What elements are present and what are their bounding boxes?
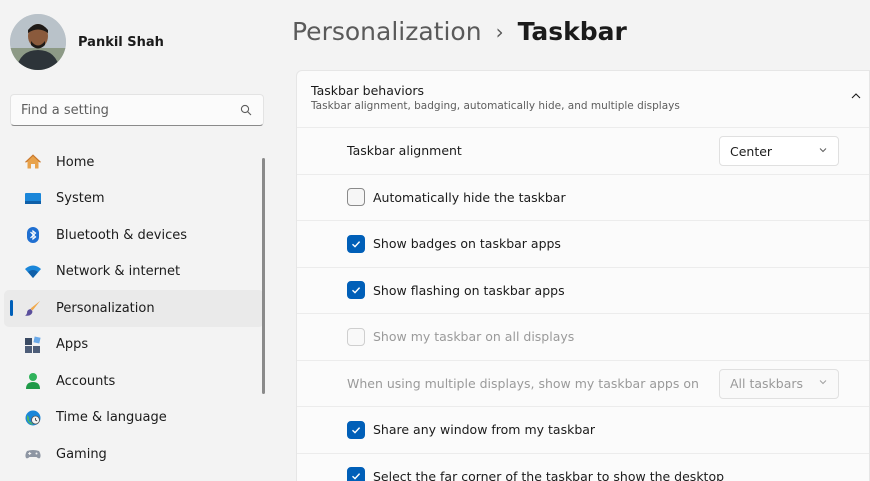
user-profile[interactable]: Pankil Shah bbox=[10, 12, 164, 72]
dropdown-value: All taskbars bbox=[730, 376, 804, 391]
setting-label[interactable]: Show badges on taskbar apps bbox=[373, 236, 561, 251]
chevron-up-icon[interactable] bbox=[849, 89, 863, 103]
section-header[interactable]: Taskbar behaviors Taskbar alignment, bad… bbox=[297, 71, 869, 128]
sidebar-item-system[interactable]: System bbox=[4, 181, 264, 218]
gamepad-icon bbox=[24, 445, 42, 463]
setting-all-displays: Show my taskbar on all displays bbox=[297, 314, 869, 361]
chevron-down-icon bbox=[818, 376, 828, 391]
sidebar-item-label: Personalization bbox=[56, 300, 155, 316]
sidebar-item-label: Apps bbox=[56, 337, 89, 353]
accounts-icon bbox=[24, 372, 42, 390]
setting-label[interactable]: Share any window from my taskbar bbox=[373, 422, 595, 437]
checkmark-icon bbox=[352, 426, 361, 434]
setting-label[interactable]: Select the far corner of the taskbar to … bbox=[373, 469, 724, 481]
globe-clock-icon bbox=[24, 409, 42, 427]
setting-label[interactable]: Show flashing on taskbar apps bbox=[373, 283, 565, 298]
sidebar-item-bluetooth[interactable]: Bluetooth & devices bbox=[4, 217, 264, 254]
avatar[interactable] bbox=[10, 14, 66, 70]
far-corner-checkbox[interactable] bbox=[347, 467, 365, 481]
sidebar-nav: Home System Bluetooth & devices Network … bbox=[0, 144, 268, 473]
dropdown-value: Center bbox=[730, 143, 773, 159]
sidebar-item-apps[interactable]: Apps bbox=[4, 327, 264, 364]
search-icon[interactable] bbox=[239, 103, 253, 117]
page-title: Taskbar bbox=[517, 17, 627, 46]
sidebar-item-label: Bluetooth & devices bbox=[56, 227, 187, 243]
setting-share-window: Share any window from my taskbar bbox=[297, 407, 869, 454]
auto-hide-checkbox[interactable] bbox=[347, 188, 365, 207]
search-box[interactable] bbox=[10, 94, 264, 126]
sidebar-item-label: Time & language bbox=[56, 410, 167, 426]
share-window-checkbox[interactable] bbox=[347, 420, 365, 439]
setting-label[interactable]: Automatically hide the taskbar bbox=[373, 190, 566, 205]
sidebar-item-gaming[interactable]: Gaming bbox=[4, 436, 264, 473]
setting-flashing: Show flashing on taskbar apps bbox=[297, 268, 869, 314]
setting-badges: Show badges on taskbar apps bbox=[297, 221, 869, 268]
breadcrumb-separator: › bbox=[495, 19, 504, 44]
sidebar: Pankil Shah Home System Bluetoo bbox=[0, 0, 280, 481]
taskbar-behaviors-panel: Taskbar behaviors Taskbar alignment, bad… bbox=[296, 70, 870, 481]
bluetooth-icon bbox=[24, 226, 42, 244]
sidebar-item-label: Network & internet bbox=[56, 264, 181, 280]
breadcrumb: Personalization › Taskbar bbox=[292, 17, 627, 46]
alignment-dropdown[interactable]: Center bbox=[719, 136, 839, 166]
setting-taskbar-alignment: Taskbar alignment Center bbox=[297, 128, 869, 175]
breadcrumb-parent[interactable]: Personalization bbox=[292, 17, 482, 46]
chevron-down-icon bbox=[818, 144, 828, 159]
system-icon bbox=[24, 190, 42, 208]
sidebar-item-network[interactable]: Network & internet bbox=[4, 254, 264, 291]
sidebar-item-accounts[interactable]: Accounts bbox=[4, 363, 264, 400]
section-title: Taskbar behaviors bbox=[311, 83, 425, 98]
profile-name: Pankil Shah bbox=[78, 34, 164, 50]
search-input[interactable] bbox=[21, 102, 239, 118]
section-subtitle: Taskbar alignment, badging, automaticall… bbox=[311, 100, 680, 112]
setting-multi-display: When using multiple displays, show my ta… bbox=[297, 361, 869, 407]
sidebar-item-label: Gaming bbox=[56, 446, 107, 462]
sidebar-item-label: Home bbox=[56, 154, 95, 170]
setting-auto-hide: Automatically hide the taskbar bbox=[297, 175, 869, 221]
apps-icon bbox=[24, 336, 42, 354]
sidebar-item-time-language[interactable]: Time & language bbox=[4, 400, 264, 437]
sidebar-item-label: Accounts bbox=[56, 373, 116, 389]
multi-display-dropdown[interactable]: All taskbars bbox=[719, 368, 839, 399]
setting-label: Show my taskbar on all displays bbox=[373, 329, 575, 345]
flashing-checkbox[interactable] bbox=[347, 281, 365, 300]
checkmark-icon bbox=[352, 287, 361, 294]
active-indicator bbox=[10, 300, 13, 316]
setting-label: When using multiple displays, show my ta… bbox=[347, 375, 699, 391]
checkmark-icon bbox=[352, 473, 361, 480]
badges-checkbox[interactable] bbox=[347, 234, 365, 253]
setting-label: Taskbar alignment bbox=[347, 143, 462, 159]
brush-icon bbox=[24, 299, 42, 317]
setting-far-corner: Select the far corner of the taskbar to … bbox=[297, 454, 869, 481]
sidebar-item-home[interactable]: Home bbox=[4, 144, 264, 181]
home-icon bbox=[24, 153, 42, 171]
sidebar-scrollbar[interactable] bbox=[262, 158, 265, 394]
checkmark-icon bbox=[352, 240, 361, 248]
sidebar-item-personalization[interactable]: Personalization bbox=[4, 290, 264, 327]
wifi-icon bbox=[24, 263, 42, 281]
sidebar-item-label: System bbox=[56, 191, 105, 207]
all-displays-checkbox[interactable] bbox=[347, 327, 365, 346]
